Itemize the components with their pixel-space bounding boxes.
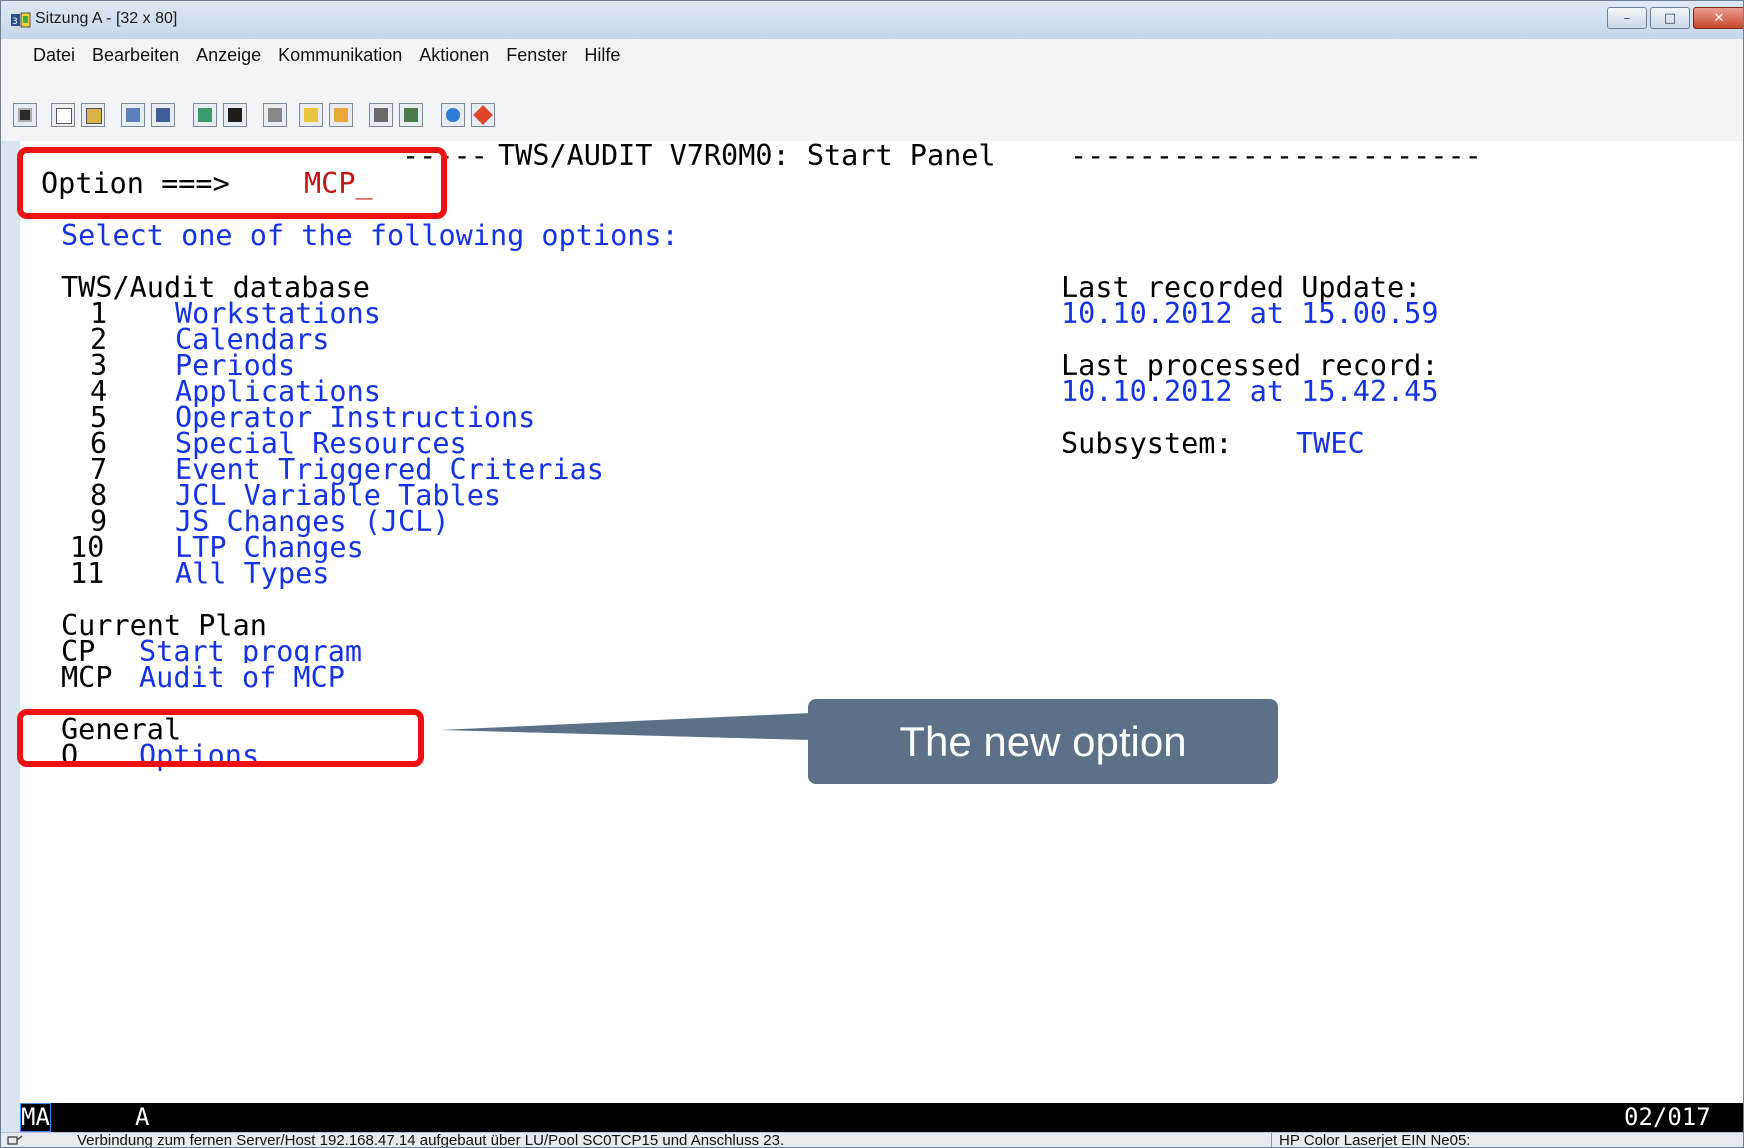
- db-item-all-types[interactable]: All Types: [175, 559, 329, 588]
- connection-icon: [7, 1135, 23, 1145]
- db-item-number: 11: [70, 557, 105, 590]
- terminal-screen[interactable]: ----- TWS/AUDIT V7R0M0: Start Panel ----…: [20, 141, 1743, 1103]
- chart-icon[interactable]: [263, 103, 287, 127]
- operator-info-area: MA A 02/017: [20, 1103, 1743, 1132]
- globe-icon[interactable]: [441, 103, 465, 127]
- terminal-app-icon: 3: [11, 12, 31, 28]
- instruction-text: Select one of the following options:: [61, 219, 679, 252]
- last-processed-value: 10.10.2012 at 15.42.45: [1061, 375, 1439, 408]
- option-highlight-box: [17, 147, 447, 219]
- menu-fenster[interactable]: Fenster: [504, 45, 569, 66]
- status-divider: [1271, 1133, 1272, 1147]
- window-title: Sitzung A - [32 x 80]: [35, 10, 178, 27]
- last-update-value: 10.10.2012 at 15.00.59: [1061, 297, 1439, 330]
- send-file-icon[interactable]: [121, 103, 145, 127]
- callout-annotation: The new option: [808, 699, 1278, 784]
- cursor-position: 02/017: [1624, 1103, 1711, 1131]
- macro-edit-icon[interactable]: [399, 103, 423, 127]
- menu-bearbeiten[interactable]: Bearbeiten: [90, 45, 181, 66]
- oia-mode-indicator: A: [135, 1103, 150, 1131]
- mcp-item-number: MCP: [61, 661, 113, 694]
- mcp-highlight-box: [17, 709, 424, 767]
- svg-text:3: 3: [12, 17, 18, 27]
- menu-bar: Datei Bearbeiten Anzeige Kommunikation A…: [1, 39, 1743, 72]
- menu-aktionen[interactable]: Aktionen: [417, 45, 491, 66]
- receive-file-icon[interactable]: [151, 103, 175, 127]
- header-dashes-right: ------------------------: [1070, 141, 1482, 172]
- toolbar: [1, 71, 1743, 141]
- subsystem-label: Subsystem:: [1061, 427, 1233, 460]
- oia-session-indicator: MA: [20, 1103, 51, 1132]
- display-icon[interactable]: [13, 103, 37, 127]
- connection-status-text: Verbindung zum fernen Server/Host 192.16…: [77, 1132, 785, 1148]
- subsystem-value: TWEC: [1296, 427, 1365, 460]
- menu-hilfe[interactable]: Hilfe: [582, 45, 622, 66]
- macro-record-icon[interactable]: [299, 103, 323, 127]
- panel-title: TWS/AUDIT V7R0M0: Start Panel: [498, 141, 996, 172]
- window-icon[interactable]: [223, 103, 247, 127]
- paste-icon[interactable]: [81, 103, 105, 127]
- menu-anzeige[interactable]: Anzeige: [194, 45, 263, 66]
- menu-kommunikation[interactable]: Kommunikation: [276, 45, 404, 66]
- menu-datei[interactable]: Datei: [31, 45, 77, 66]
- copy-icon[interactable]: [51, 103, 75, 127]
- help-icon[interactable]: [471, 103, 495, 127]
- minimize-button[interactable]: –: [1607, 7, 1647, 29]
- callout-pointer: [440, 713, 810, 740]
- mcp-item-audit[interactable]: Audit of MCP: [139, 663, 345, 692]
- screen-icon[interactable]: [193, 103, 217, 127]
- close-button[interactable]: ✕: [1693, 7, 1743, 29]
- window-controls: – □ ✕: [1607, 7, 1743, 31]
- macro-play-icon[interactable]: [329, 103, 353, 127]
- macro-stop-icon[interactable]: [369, 103, 393, 127]
- title-bar[interactable]: 3 Sitzung A - [32 x 80] – □ ✕: [1, 1, 1743, 39]
- maximize-button[interactable]: □: [1650, 7, 1690, 29]
- status-bar: Verbindung zum fernen Server/Host 192.16…: [1, 1132, 1743, 1148]
- printer-status-text: HP Color Laserjet EIN Ne05:: [1279, 1132, 1471, 1148]
